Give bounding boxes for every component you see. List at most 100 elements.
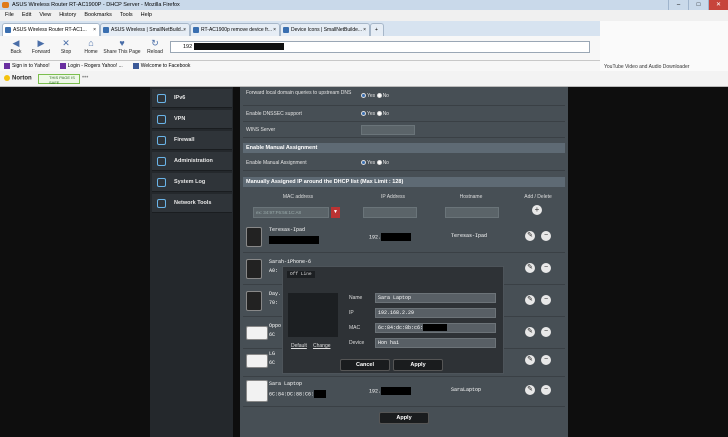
stop-button[interactable]: ✕ Stop	[55, 38, 77, 60]
bookmark-yahoo-signin[interactable]: Sign in to Yahoo!	[4, 61, 50, 71]
page-apply-button[interactable]: Apply	[379, 412, 429, 424]
tab-remove-device[interactable]: RT-AC1900p remove device fr... ×	[190, 23, 280, 36]
tab-router[interactable]: ASUS Wireless Router RT-AC1... ×	[2, 23, 100, 36]
share-button[interactable]: ♥ Share This Page	[102, 38, 142, 60]
ip-input[interactable]	[363, 207, 417, 218]
edit-icon[interactable]: ✎	[525, 263, 535, 273]
delete-icon[interactable]: −	[541, 263, 551, 273]
enable-manual-label: Enable Manual Assignment	[246, 160, 307, 166]
tab-close-icon[interactable]: ×	[273, 24, 276, 36]
wins-input[interactable]	[361, 125, 415, 135]
redacted-url	[194, 43, 285, 51]
new-tab-button[interactable]: +	[370, 23, 384, 36]
phone-icon	[246, 291, 262, 311]
device-mac: 6C	[269, 360, 276, 366]
tab-close-icon[interactable]: ×	[363, 24, 366, 36]
redacted-ip	[381, 233, 412, 241]
table-row: Teresas-Ipad 192. Teresas-Ipad ✎ −	[243, 222, 565, 253]
bookmark-facebook[interactable]: Welcome to Facebook	[132, 61, 190, 71]
apply-button[interactable]: Apply	[393, 359, 443, 371]
mac-dropdown-icon[interactable]: ▼	[331, 207, 340, 218]
edit-icon[interactable]: ✎	[525, 327, 535, 337]
norton-logo[interactable]: Norton	[4, 75, 32, 82]
delete-icon[interactable]: −	[541, 231, 551, 241]
radio-yes[interactable]	[361, 93, 366, 99]
mac-label: MAC	[349, 325, 361, 331]
bookmark-rogers[interactable]: Login - Rogers Yahoo! ...	[59, 61, 123, 71]
change-link[interactable]: Change	[313, 343, 331, 349]
tab-device-icons[interactable]: Device Icons | SmallNetBuilde... ×	[280, 23, 370, 36]
radio-no[interactable]	[376, 111, 382, 117]
mac-input[interactable]: 6c:84:dc:8b:c6:	[375, 323, 496, 333]
delete-icon[interactable]: −	[541, 327, 551, 337]
edit-icon[interactable]: ✎	[525, 385, 535, 395]
name-label: Name	[349, 295, 363, 301]
firewall-icon	[157, 136, 166, 145]
sidebar-item-network-tools[interactable]: Network Tools	[152, 194, 232, 213]
maximize-icon[interactable]: □	[688, 0, 708, 10]
tab-smallnet-1[interactable]: ASUS Wireless | SmallNetBuild... ×	[100, 23, 190, 36]
home-button[interactable]: ⌂ Home	[80, 38, 102, 60]
edit-icon[interactable]: ✎	[525, 355, 535, 365]
back-button[interactable]: ◀ Back	[5, 38, 27, 60]
reload-button[interactable]: ↻ Reload	[144, 38, 166, 60]
sidebar-item-ipv6[interactable]: IPv6	[152, 89, 232, 108]
mac-input[interactable]: ex: 34:97:F6:56:1C:A8	[253, 207, 329, 218]
forward-button[interactable]: ▶ Forward	[30, 38, 52, 60]
sidebar-item-firewall[interactable]: Firewall	[152, 131, 232, 150]
ip-input[interactable]: 192.168.2.29	[375, 308, 496, 318]
addon-banner: YouTube Video and Audio Downloader	[600, 21, 728, 76]
col-mac: MAC address	[282, 194, 314, 200]
add-icon[interactable]: +	[532, 205, 542, 215]
device-input[interactable]: Hon hai	[375, 338, 496, 348]
edit-icon[interactable]: ✎	[525, 295, 535, 305]
norton-safe-badge[interactable]: THIS PAGE IS SAFE	[38, 74, 80, 85]
enable-manual-radios: Yes No	[361, 160, 389, 166]
redacted-ip	[381, 387, 412, 395]
menu-bookmarks[interactable]: Bookmarks	[84, 10, 112, 21]
norton-toolbar: Norton THIS PAGE IS SAFE •••	[0, 71, 728, 87]
ipv6-icon	[157, 94, 166, 103]
radio-no[interactable]	[376, 93, 382, 99]
forward-arrow-icon: ▶	[37, 38, 45, 48]
minimize-icon[interactable]: –	[668, 0, 688, 10]
dnssec-row: Enable DNSSEC support Yes No	[243, 106, 565, 122]
sidebar-item-administration[interactable]: Administration	[152, 152, 232, 171]
menu-view[interactable]: View	[39, 10, 51, 21]
redacted-mac	[269, 236, 319, 244]
menu-help[interactable]: Help	[141, 10, 152, 21]
menu-history[interactable]: History	[59, 10, 76, 21]
firefox-icon	[2, 2, 9, 8]
forward-local-row: Forward local domain queries to upstream…	[243, 88, 565, 106]
tab-favicon	[193, 27, 199, 33]
cancel-button[interactable]: Cancel	[340, 359, 390, 371]
norton-more[interactable]: •••	[82, 75, 88, 81]
edit-icon[interactable]: ✎	[525, 231, 535, 241]
delete-icon[interactable]: −	[541, 385, 551, 395]
sidebar-item-system-log[interactable]: System Log	[152, 173, 232, 192]
tab-close-icon[interactable]: ×	[183, 24, 186, 36]
radio-yes[interactable]	[361, 160, 366, 166]
radio-yes[interactable]	[361, 111, 366, 117]
tab-label: RT-AC1900p remove device fr...	[201, 27, 273, 33]
menu-edit[interactable]: Edit	[22, 10, 31, 21]
menu-file[interactable]: File	[5, 10, 14, 21]
menu-tools[interactable]: Tools	[120, 10, 133, 21]
url-bar[interactable]: 192	[170, 41, 590, 53]
hostname-input[interactable]	[445, 207, 499, 218]
banner-caption: YouTube Video and Audio Downloader	[604, 64, 690, 70]
sidebar-item-vpn[interactable]: VPN	[152, 110, 232, 129]
close-icon[interactable]: ✕	[708, 0, 728, 10]
device-ip: 192.	[369, 233, 412, 241]
radio-no[interactable]	[376, 160, 382, 166]
device-mac: 6C:84:DC:88:C6:	[269, 390, 327, 398]
tab-favicon	[103, 27, 109, 33]
oppo-device-icon	[246, 326, 268, 340]
wins-row: WINS Server	[243, 122, 565, 138]
default-link[interactable]: Default	[291, 343, 307, 349]
delete-icon[interactable]: −	[541, 355, 551, 365]
tab-close-icon[interactable]: ×	[93, 24, 96, 36]
reload-icon: ↻	[151, 38, 159, 48]
name-input[interactable]: Sara Laptop	[375, 293, 496, 303]
delete-icon[interactable]: −	[541, 295, 551, 305]
